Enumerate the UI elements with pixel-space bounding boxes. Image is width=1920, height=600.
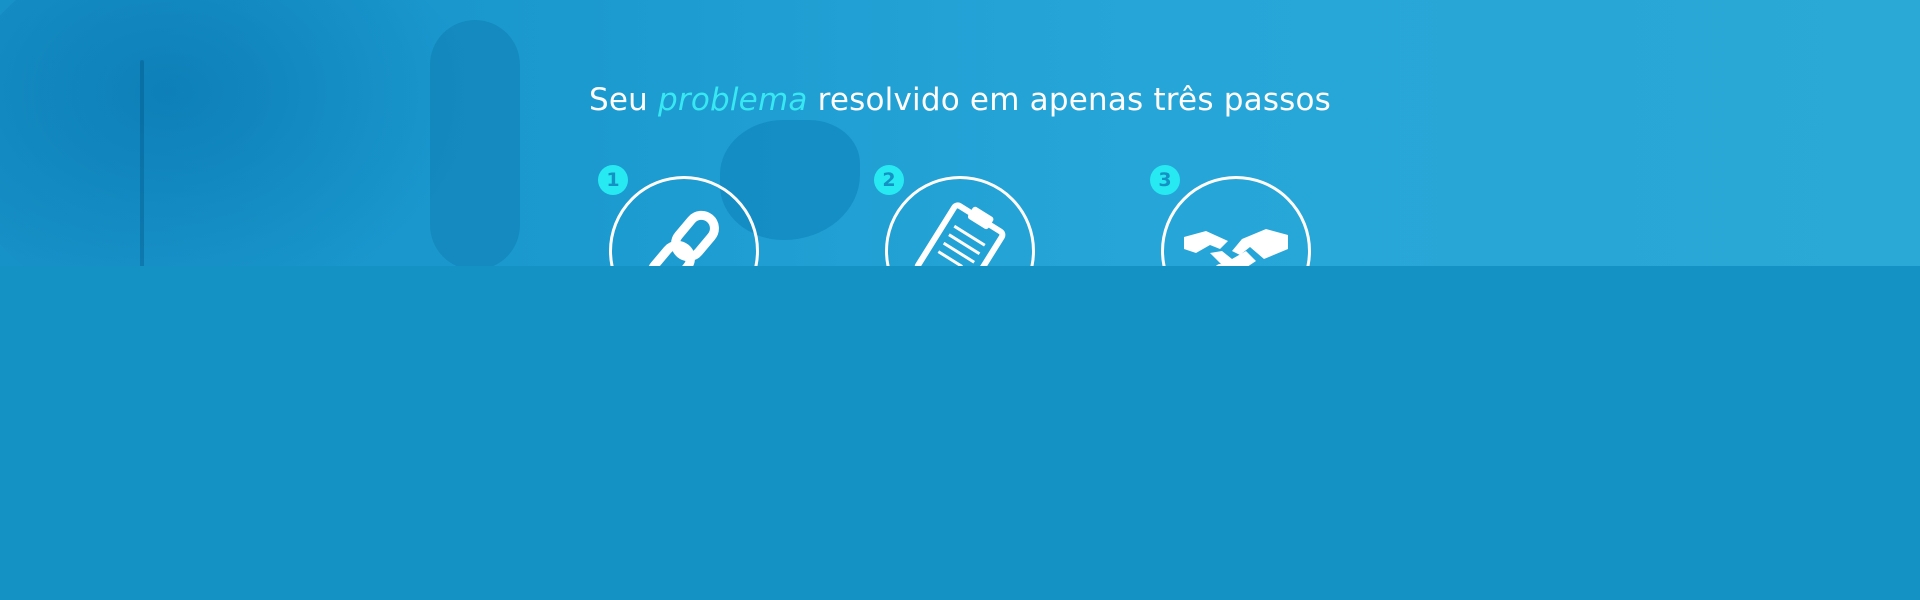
section-title: Seu problema resolvido em apenas três pa… (0, 82, 1920, 118)
clipboard-icon (914, 202, 1006, 266)
handshake-icon (1184, 229, 1288, 266)
section-title-highlight: problema (658, 81, 808, 118)
background-photo-overlay (0, 0, 480, 266)
hero-section: Seu problema resolvido em apenas três pa… (0, 0, 1920, 266)
section-title-prefix: Seu (588, 81, 658, 118)
step-3-badge: 3 (1150, 165, 1180, 195)
step-3: 3 (1150, 165, 1311, 266)
link-icon (647, 210, 719, 266)
section-title-suffix: resolvido em apenas três passos (807, 81, 1332, 118)
step-1: 1 (598, 165, 759, 266)
background-photo-fold (430, 20, 520, 266)
step-2: 2 (874, 165, 1035, 266)
content-area (0, 266, 1920, 600)
step-1-badge: 1 (598, 165, 628, 195)
step-2-badge: 2 (874, 165, 904, 195)
